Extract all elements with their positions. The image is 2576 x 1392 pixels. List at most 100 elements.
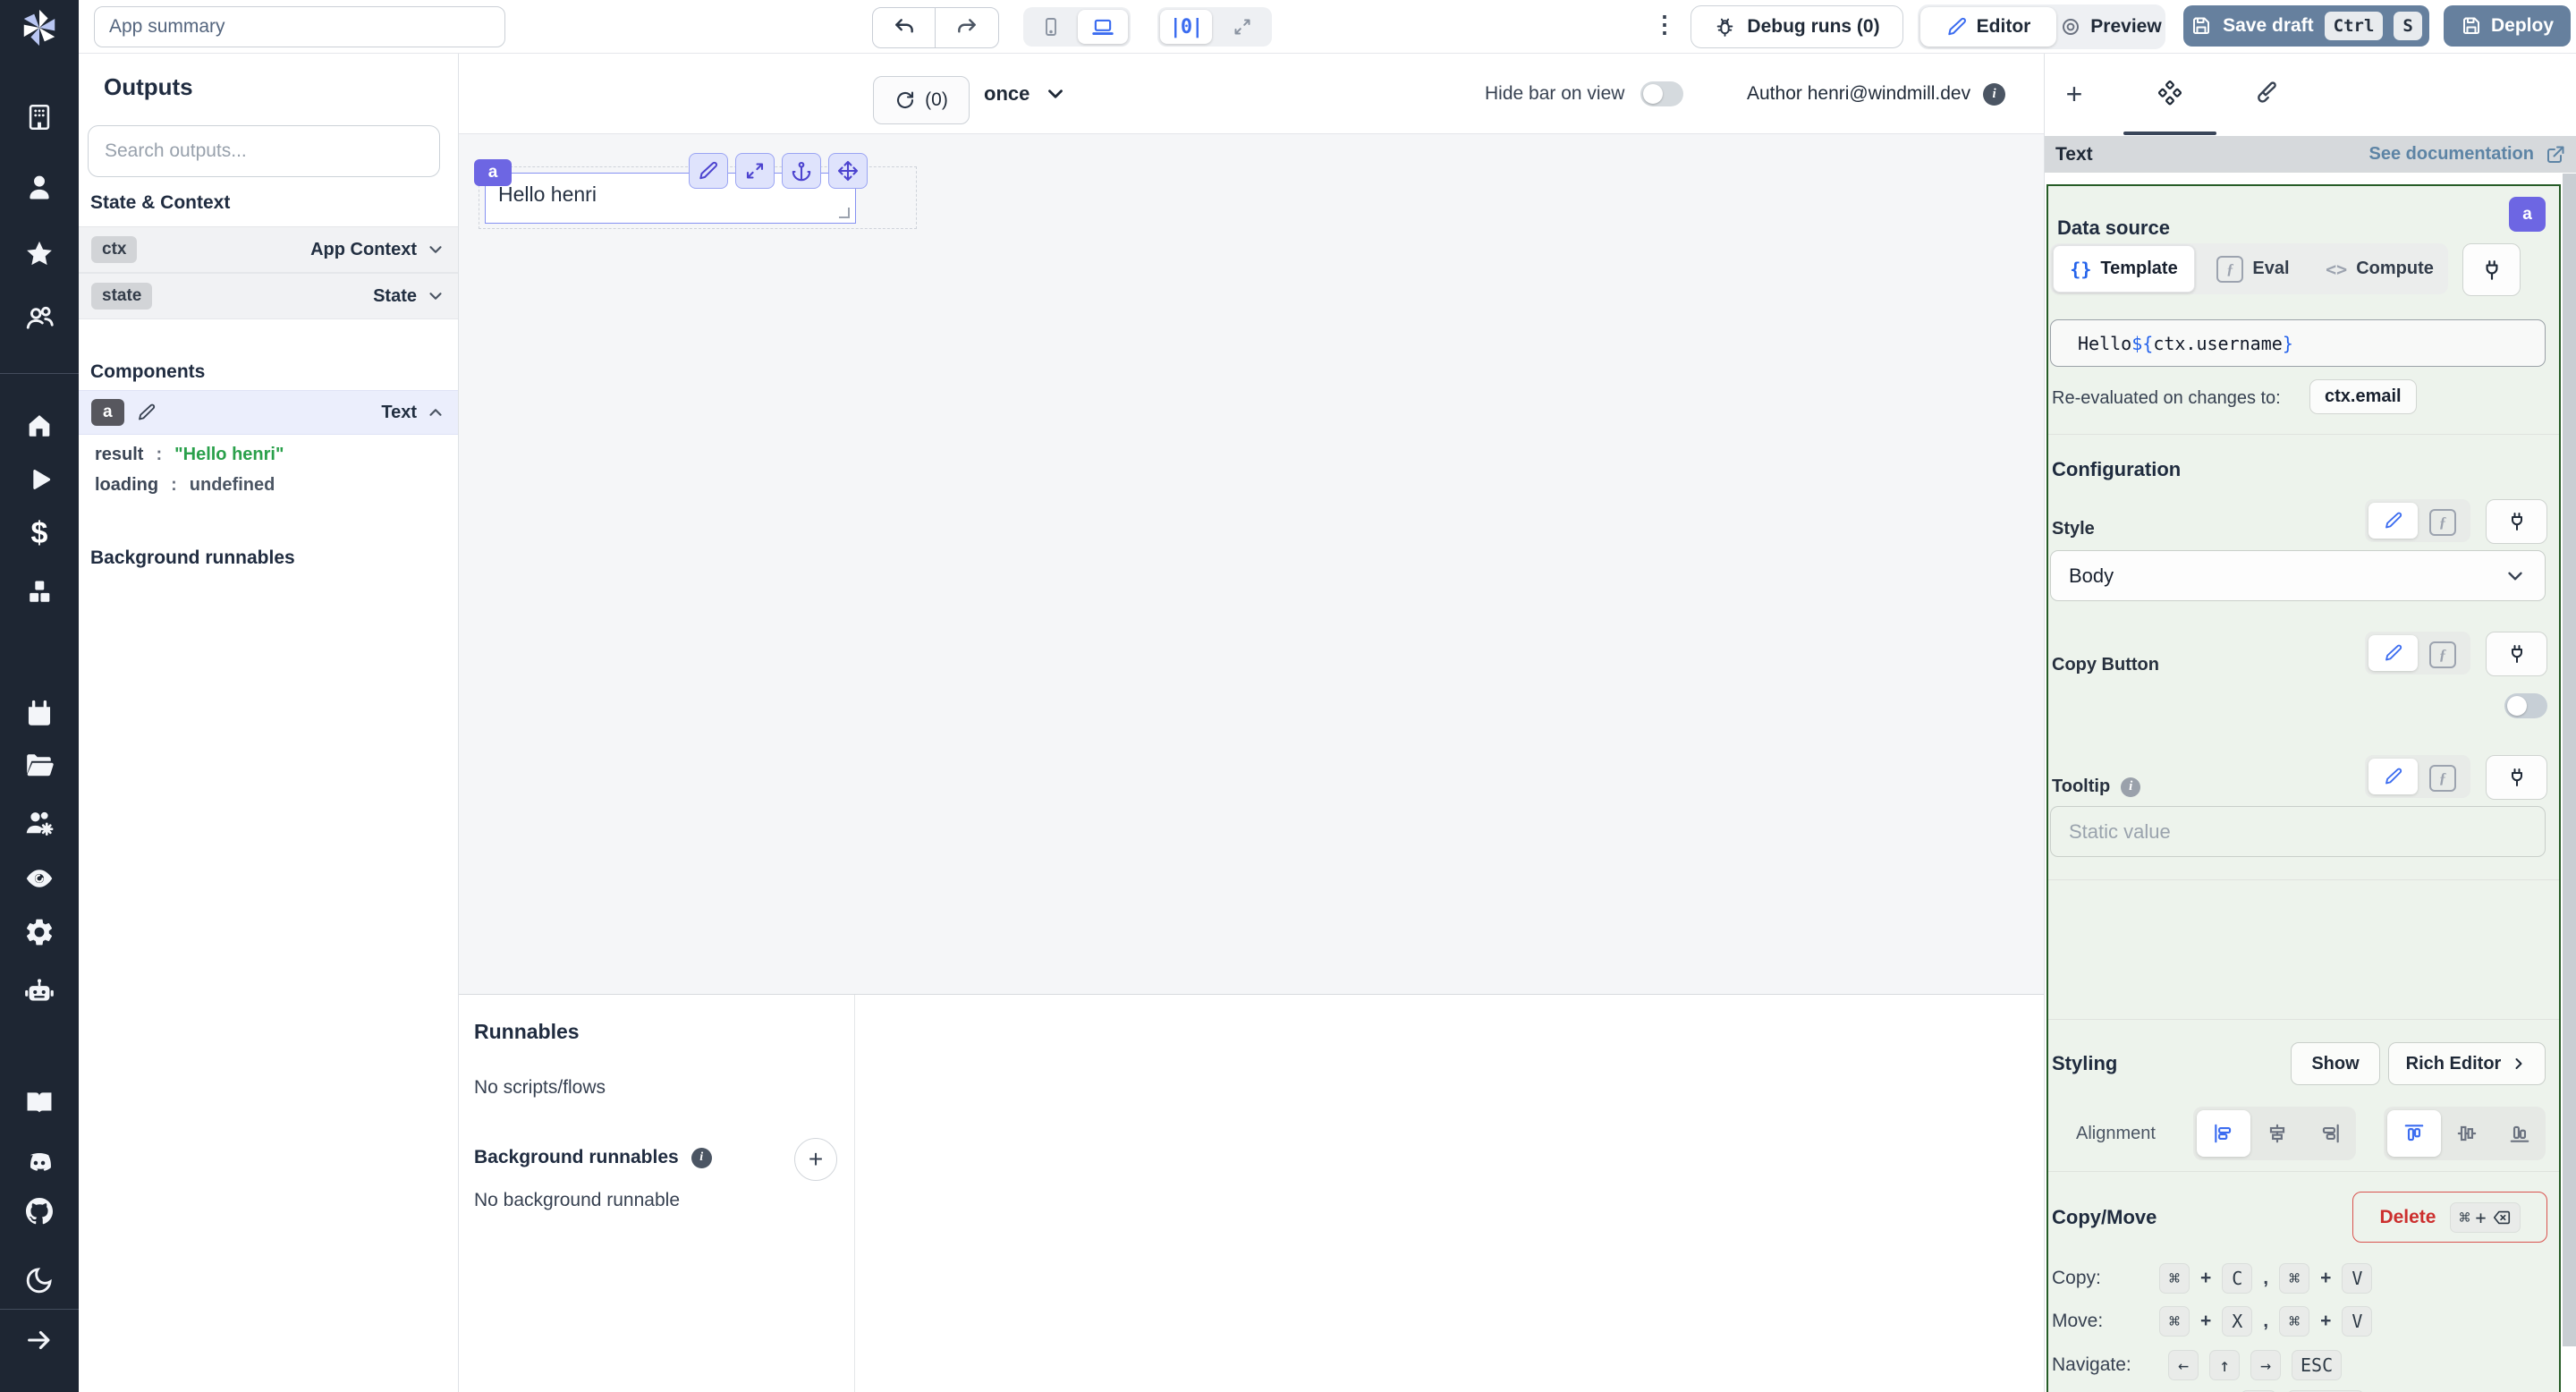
align-center-h-button[interactable]: [2250, 1122, 2303, 1145]
sidebar-item-schedules[interactable]: [0, 699, 79, 729]
eval-tab-label: Eval: [2252, 259, 2290, 278]
redo-button[interactable]: [936, 8, 998, 47]
desktop-preview-button[interactable]: [1078, 10, 1128, 44]
sidebar-item-theme-toggle[interactable]: [0, 1265, 79, 1295]
tab-global-styling[interactable]: [2243, 73, 2284, 115]
sidebar-item-workers[interactable]: [0, 807, 79, 839]
rename-pencil-icon[interactable]: [137, 403, 157, 422]
info-icon[interactable]: i: [691, 1147, 712, 1168]
author-label: Author henri@windmill.dev: [1747, 83, 1971, 104]
plus-icon: +: [2065, 78, 2083, 110]
expand-component-button[interactable]: [735, 153, 775, 189]
info-icon[interactable]: i: [1983, 82, 2006, 106]
search-outputs-input[interactable]: [88, 125, 440, 177]
sidebar-item-workspace[interactable]: [0, 102, 79, 132]
state-row[interactable]: state State: [79, 273, 458, 319]
template-expression-input[interactable]: Hello ${ctx.username}: [2050, 319, 2546, 367]
align-top-button[interactable]: [2387, 1110, 2441, 1157]
eval-mode-button[interactable]: ƒ: [2429, 641, 2456, 668]
info-icon[interactable]: i: [2121, 777, 2141, 797]
more-options-button[interactable]: ⋮: [1653, 11, 1676, 38]
cubes-icon: [30, 581, 50, 602]
runnables-title: Runnables: [474, 1020, 580, 1043]
save-draft-button[interactable]: Save draft Ctrl S: [2183, 5, 2429, 47]
connect-data-source-button[interactable]: [2462, 243, 2521, 296]
bounded-width-button[interactable]: |0|: [1160, 10, 1212, 44]
tab-insert-component[interactable]: +: [2054, 73, 2095, 115]
tooltip-input[interactable]: [2050, 806, 2546, 857]
align-left-button[interactable]: [2197, 1110, 2250, 1157]
mobile-preview-button[interactable]: [1023, 7, 1078, 47]
sidebar-item-docs[interactable]: [0, 1087, 79, 1117]
sidebar-item-favorites[interactable]: [0, 239, 79, 269]
see-documentation-link[interactable]: See documentation: [2369, 144, 2566, 166]
hide-bar-toggle[interactable]: [1640, 81, 1684, 106]
navigate-shortcuts-row: Navigate: ← ↑ → ESC: [2052, 1350, 2343, 1380]
sidebar-item-folders[interactable]: [0, 750, 79, 782]
app-summary-input[interactable]: [94, 6, 505, 47]
ctx-row[interactable]: ctx App Context: [79, 226, 458, 273]
preview-tab[interactable]: Preview: [2056, 4, 2165, 49]
sidebar-item-settings[interactable]: [0, 916, 79, 948]
eval-mode-button[interactable]: ƒ: [2429, 765, 2456, 792]
edit-component-button[interactable]: [689, 153, 728, 189]
show-styling-button[interactable]: Show: [2291, 1042, 2380, 1085]
sidebar-item-discord[interactable]: [0, 1147, 79, 1179]
rich-editor-button[interactable]: Rich Editor: [2388, 1042, 2546, 1085]
chevron-up-icon[interactable]: [426, 403, 445, 422]
sidebar-item-ai[interactable]: [0, 976, 79, 1010]
undo-button[interactable]: [873, 8, 936, 47]
resize-handle[interactable]: [839, 208, 850, 218]
align-right-button[interactable]: [2303, 1122, 2356, 1145]
loading-output-row[interactable]: loading : undefined: [95, 475, 275, 496]
add-background-runnable-button[interactable]: +: [794, 1138, 837, 1181]
dependency-chip[interactable]: ctx.email: [2309, 379, 2417, 414]
connect-copy-button[interactable]: [2486, 632, 2547, 676]
function-icon: ƒ: [2429, 509, 2456, 536]
windmill-logo[interactable]: [0, 7, 79, 48]
static-mode-button[interactable]: [2368, 759, 2418, 794]
align-middle-v-button[interactable]: [2441, 1122, 2494, 1145]
static-mode-button[interactable]: [2368, 503, 2418, 539]
sidebar-item-runs[interactable]: [0, 465, 79, 494]
deploy-button[interactable]: Deploy: [2444, 5, 2571, 47]
static-mode-button[interactable]: [2368, 635, 2418, 671]
full-width-button[interactable]: [1212, 7, 1272, 47]
anchor-component-button[interactable]: [782, 153, 821, 189]
style-select[interactable]: Body: [2050, 550, 2546, 601]
component-a-row[interactable]: a Text: [79, 390, 458, 435]
connect-style-button[interactable]: [2486, 499, 2547, 544]
compute-tab[interactable]: <> Compute: [2311, 259, 2448, 280]
chevron-down-icon[interactable]: [426, 286, 445, 306]
eval-tab[interactable]: ƒ Eval: [2195, 255, 2311, 283]
data-source-mode-tabs: {} Template ƒ Eval <> Compute: [2050, 243, 2448, 294]
result-value: "Hello henri": [174, 445, 284, 464]
schedule-select[interactable]: once: [984, 54, 1067, 134]
sidebar-item-user[interactable]: [0, 172, 79, 202]
function-icon: ƒ: [2429, 765, 2456, 792]
refresh-button[interactable]: (0): [873, 76, 970, 124]
chevron-down-icon[interactable]: [426, 240, 445, 259]
copy-button-toggle[interactable]: [2504, 693, 2547, 718]
template-tab[interactable]: {} Template: [2053, 245, 2195, 293]
sidebar-collapse-button[interactable]: [0, 1325, 79, 1355]
editor-tab[interactable]: Editor: [1920, 7, 2056, 47]
sidebar-item-variables[interactable]: $: [0, 517, 79, 549]
result-output-row[interactable]: result : "Hello henri": [95, 445, 284, 465]
panel-scrollbar[interactable]: [2563, 174, 2576, 1346]
sidebar-item-home[interactable]: [0, 410, 79, 440]
delete-component-button[interactable]: Delete ⌘ +: [2352, 1192, 2547, 1243]
move-component-button[interactable]: [828, 153, 868, 189]
sidebar-item-github[interactable]: [0, 1195, 79, 1227]
eval-mode-button[interactable]: ƒ: [2429, 509, 2456, 536]
connect-tooltip-button[interactable]: [2486, 755, 2547, 800]
tab-component-settings[interactable]: [2149, 73, 2190, 115]
sidebar-item-groups[interactable]: [0, 301, 79, 334]
sidebar-item-audit-logs[interactable]: [0, 862, 79, 895]
editor-preview-toggle: Editor Preview: [1918, 4, 2165, 49]
align-bottom-button[interactable]: [2494, 1122, 2546, 1145]
app-canvas[interactable]: Hello henri a: [458, 134, 2044, 994]
anchor-icon: [792, 161, 811, 182]
debug-runs-button[interactable]: Debug runs (0): [1690, 5, 1903, 48]
sidebar-item-resources[interactable]: [0, 577, 79, 607]
